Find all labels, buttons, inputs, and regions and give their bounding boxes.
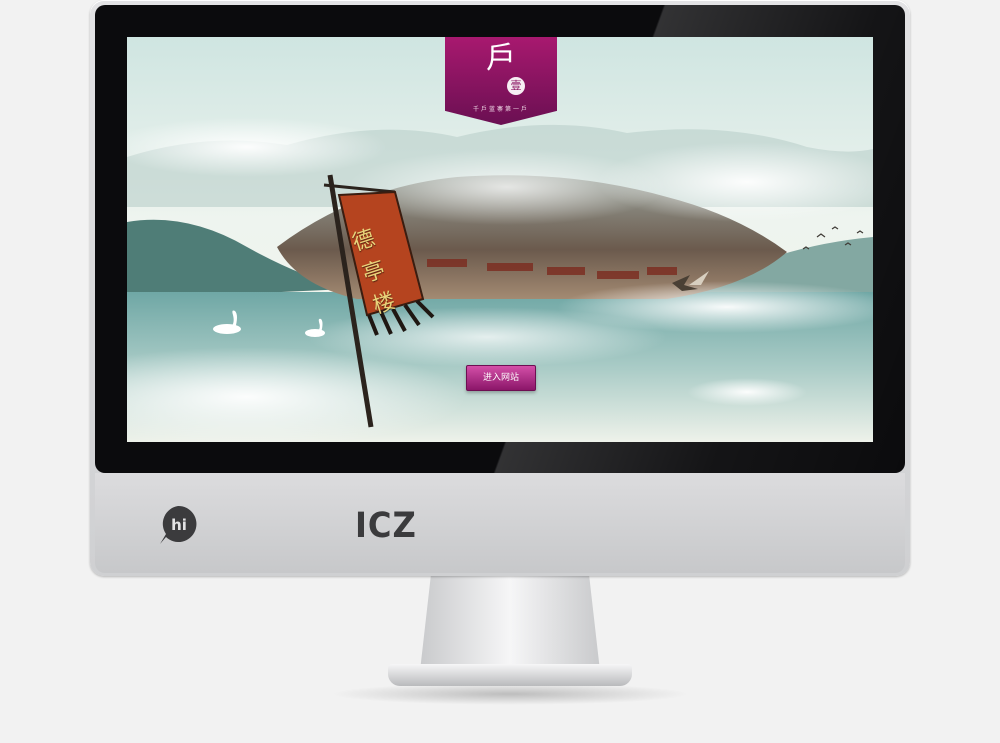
website-screen: 德 亭 楼 戶 壹 千戶蓝寨第一戶 进入网站 [127, 37, 873, 442]
cloud [687, 378, 807, 406]
site-logo-seal: 壹 [507, 77, 525, 95]
brand-bubble-text: hi [171, 516, 187, 534]
monitor-mockup: ICZ hi 德 亭 楼 戶 壹 千戶蓝寨第一戶 进入网站 [0, 0, 1000, 743]
monitor-stand [420, 576, 600, 671]
floor-shadow [330, 683, 690, 705]
brand-logo: ICZ [355, 503, 455, 549]
monitor-chin [95, 473, 905, 573]
site-logo-ribbon[interactable]: 戶 壹 千戶蓝寨第一戶 [445, 37, 557, 125]
brand-logo-text: ICZ [355, 506, 417, 546]
enter-site-button[interactable]: 进入网站 [466, 365, 536, 391]
speech-bubble-icon: hi [160, 505, 197, 544]
monitor-stand-base [388, 664, 632, 686]
site-logo-glyph: 戶 [486, 41, 516, 76]
site-slogan: 千戶蓝寨第一戶 [472, 106, 529, 113]
